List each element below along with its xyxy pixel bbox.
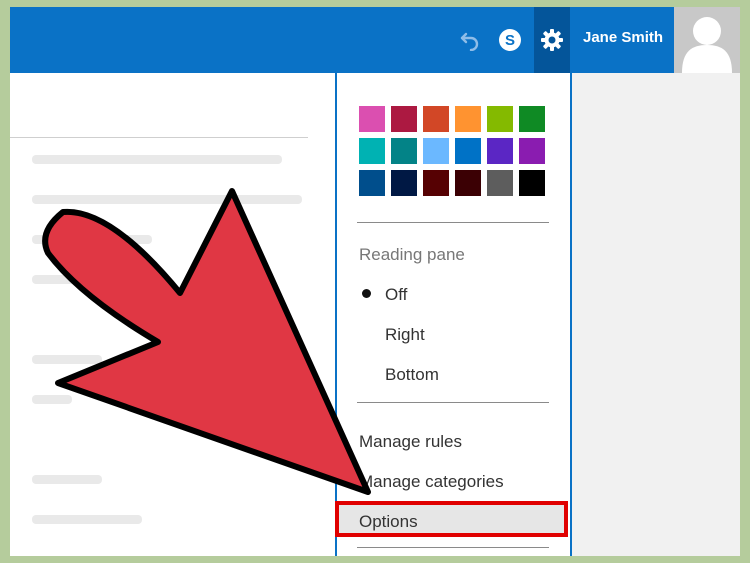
reading-pane-off[interactable]: Off bbox=[385, 285, 407, 305]
theme-color-swatch[interactable] bbox=[455, 106, 481, 132]
reading-pane-title: Reading pane bbox=[359, 245, 465, 264]
avatar[interactable] bbox=[674, 7, 740, 73]
settings-button[interactable] bbox=[534, 7, 570, 73]
menu-separator bbox=[357, 547, 549, 548]
menu-separator bbox=[357, 222, 549, 223]
theme-color-swatch[interactable] bbox=[455, 138, 481, 164]
list-item bbox=[32, 515, 142, 524]
list-item bbox=[32, 155, 282, 164]
message-list bbox=[10, 73, 335, 556]
undo-button[interactable] bbox=[455, 7, 485, 73]
options-label: Options bbox=[359, 512, 418, 531]
theme-color-swatch[interactable] bbox=[519, 170, 545, 196]
skype-icon: S bbox=[499, 29, 521, 51]
gear-icon bbox=[541, 29, 563, 51]
settings-menu: Reading pane Off Right Bottom Manage rul… bbox=[335, 73, 572, 556]
avatar-icon bbox=[682, 17, 732, 73]
list-item bbox=[32, 475, 102, 484]
theme-color-swatch[interactable] bbox=[519, 138, 545, 164]
theme-color-swatch[interactable] bbox=[391, 170, 417, 196]
theme-color-swatch[interactable] bbox=[487, 170, 513, 196]
reading-pane-right[interactable]: Right bbox=[385, 325, 425, 345]
theme-color-swatch[interactable] bbox=[487, 138, 513, 164]
theme-color-swatch[interactable] bbox=[519, 106, 545, 132]
menu-separator bbox=[357, 402, 549, 403]
theme-color-swatch[interactable] bbox=[359, 170, 385, 196]
list-item bbox=[32, 355, 102, 364]
options-item[interactable]: Options bbox=[335, 501, 568, 537]
manage-categories-item[interactable]: Manage categories bbox=[359, 472, 504, 492]
theme-color-swatch[interactable] bbox=[391, 106, 417, 132]
user-name[interactable]: Jane Smith bbox=[583, 29, 663, 46]
list-item bbox=[32, 275, 92, 284]
theme-color-swatch[interactable] bbox=[455, 170, 481, 196]
app-frame: S Jane Smith Reading pane Off Right Bott… bbox=[10, 7, 740, 556]
theme-color-grid bbox=[359, 106, 547, 196]
radio-selected-dot bbox=[362, 289, 371, 298]
theme-color-swatch[interactable] bbox=[359, 138, 385, 164]
undo-icon bbox=[460, 32, 479, 51]
theme-color-swatch[interactable] bbox=[359, 106, 385, 132]
list-item bbox=[32, 195, 302, 204]
theme-color-swatch[interactable] bbox=[423, 170, 449, 196]
theme-color-swatch[interactable] bbox=[391, 138, 417, 164]
skype-button[interactable]: S bbox=[495, 7, 525, 73]
reading-pane-bottom[interactable]: Bottom bbox=[385, 365, 439, 385]
list-item bbox=[32, 235, 152, 244]
reading-area bbox=[570, 73, 740, 556]
list-divider bbox=[10, 137, 308, 138]
list-item bbox=[32, 395, 72, 404]
manage-rules-item[interactable]: Manage rules bbox=[359, 432, 462, 452]
top-bar: S Jane Smith bbox=[10, 7, 740, 73]
svg-text:S: S bbox=[505, 32, 515, 49]
theme-color-swatch[interactable] bbox=[423, 138, 449, 164]
theme-color-swatch[interactable] bbox=[423, 106, 449, 132]
theme-color-swatch[interactable] bbox=[487, 106, 513, 132]
